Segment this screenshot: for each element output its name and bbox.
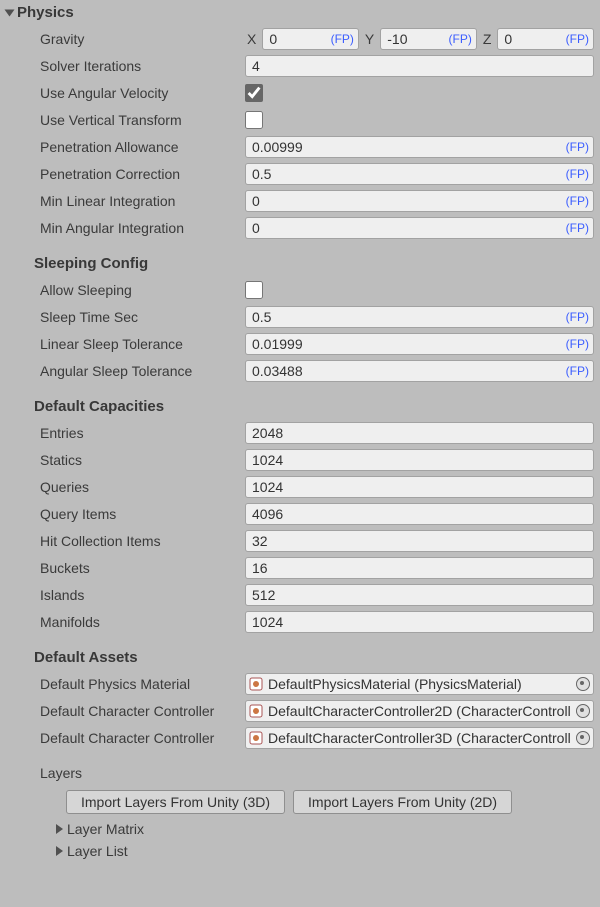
foldout-icon xyxy=(5,9,15,16)
sleep-time-sec-input[interactable] xyxy=(245,306,594,328)
label-statics: Statics xyxy=(40,452,245,468)
row-penetration-allowance: Penetration Allowance (FP) xyxy=(6,133,594,160)
label-default-char-controller-2d: Default Character Controller xyxy=(40,703,245,719)
label-penetration-allowance: Penetration Allowance xyxy=(40,139,245,155)
row-default-physics-material: Default Physics Material xyxy=(6,670,594,697)
entries-input[interactable] xyxy=(245,422,594,444)
label-z: Z xyxy=(481,31,494,47)
row-solver-iterations: Solver Iterations xyxy=(6,52,594,79)
gravity-z-input[interactable] xyxy=(497,28,594,50)
row-default-char-controller-3d: Default Character Controller xyxy=(6,724,594,751)
row-hit-collection-items: Hit Collection Items xyxy=(6,527,594,554)
query-items-input[interactable] xyxy=(245,503,594,525)
default-char-controller-2d-field[interactable] xyxy=(245,700,594,722)
row-entries: Entries xyxy=(6,419,594,446)
foldout-icon xyxy=(56,846,63,856)
label-use-vertical-transform: Use Vertical Transform xyxy=(40,112,245,128)
row-min-linear-integration: Min Linear Integration (FP) xyxy=(6,187,594,214)
row-islands: Islands xyxy=(6,581,594,608)
label-allow-sleeping: Allow Sleeping xyxy=(40,282,245,298)
label-islands: Islands xyxy=(40,587,245,603)
label-sleep-time-sec: Sleep Time Sec xyxy=(40,309,245,325)
row-layers-title: Layers xyxy=(6,759,594,786)
label-buckets: Buckets xyxy=(40,560,245,576)
label-entries: Entries xyxy=(40,425,245,441)
label-use-angular-velocity: Use Angular Velocity xyxy=(40,85,245,101)
angular-sleep-tolerance-input[interactable] xyxy=(245,360,594,382)
use-vertical-transform-checkbox[interactable] xyxy=(245,111,263,129)
layer-matrix-foldout[interactable]: Layer Matrix xyxy=(6,818,594,840)
row-default-char-controller-2d: Default Character Controller xyxy=(6,697,594,724)
row-use-vertical-transform: Use Vertical Transform xyxy=(6,106,594,133)
label-min-linear-integration: Min Linear Integration xyxy=(40,193,245,209)
row-min-angular-integration: Min Angular Integration (FP) xyxy=(6,214,594,241)
islands-input[interactable] xyxy=(245,584,594,606)
label-queries: Queries xyxy=(40,479,245,495)
layer-list-foldout[interactable]: Layer List xyxy=(6,840,594,862)
label-linear-sleep-tolerance: Linear Sleep Tolerance xyxy=(40,336,245,352)
label-query-items: Query Items xyxy=(40,506,245,522)
label-penetration-correction: Penetration Correction xyxy=(40,166,245,182)
penetration-allowance-input[interactable] xyxy=(245,136,594,158)
section-title-sleeping: Sleeping Config xyxy=(6,249,594,276)
label-solver-iterations: Solver Iterations xyxy=(40,58,245,74)
label-y: Y xyxy=(363,31,376,47)
row-allow-sleeping: Allow Sleeping xyxy=(6,276,594,303)
label-manifolds: Manifolds xyxy=(40,614,245,630)
allow-sleeping-checkbox[interactable] xyxy=(245,281,263,299)
section-title-capacities: Default Capacities xyxy=(6,392,594,419)
layer-matrix-label: Layer Matrix xyxy=(67,821,144,837)
row-query-items: Query Items xyxy=(6,500,594,527)
default-physics-material-field[interactable] xyxy=(245,673,594,695)
use-angular-velocity-checkbox[interactable] xyxy=(245,84,263,102)
row-angular-sleep-tolerance: Angular Sleep Tolerance (FP) xyxy=(6,357,594,384)
object-picker-icon[interactable] xyxy=(576,731,590,745)
min-linear-integration-input[interactable] xyxy=(245,190,594,212)
import-layers-3d-button[interactable]: Import Layers From Unity (3D) xyxy=(66,790,285,814)
label-gravity: Gravity xyxy=(40,31,245,47)
row-buckets: Buckets xyxy=(6,554,594,581)
import-layers-2d-button[interactable]: Import Layers From Unity (2D) xyxy=(293,790,512,814)
label-layers: Layers xyxy=(40,765,245,781)
hit-collection-items-input[interactable] xyxy=(245,530,594,552)
section-header-physics[interactable]: Physics xyxy=(6,4,594,25)
gravity-x-input[interactable] xyxy=(262,28,359,50)
asset-icon xyxy=(249,704,263,718)
manifolds-input[interactable] xyxy=(245,611,594,633)
row-penetration-correction: Penetration Correction (FP) xyxy=(6,160,594,187)
buckets-input[interactable] xyxy=(245,557,594,579)
linear-sleep-tolerance-input[interactable] xyxy=(245,333,594,355)
label-default-physics-material: Default Physics Material xyxy=(40,676,245,692)
row-sleep-time-sec: Sleep Time Sec (FP) xyxy=(6,303,594,330)
gravity-y-input[interactable] xyxy=(380,28,477,50)
label-min-angular-integration: Min Angular Integration xyxy=(40,220,245,236)
row-gravity: Gravity X (FP) Y (FP) Z (FP) xyxy=(6,25,594,52)
label-default-char-controller-3d: Default Character Controller xyxy=(40,730,245,746)
header-title: Physics xyxy=(17,4,74,21)
penetration-correction-input[interactable] xyxy=(245,163,594,185)
label-hit-collection-items: Hit Collection Items xyxy=(40,533,245,549)
row-statics: Statics xyxy=(6,446,594,473)
default-char-controller-3d-field[interactable] xyxy=(245,727,594,749)
asset-icon xyxy=(249,731,263,745)
row-queries: Queries xyxy=(6,473,594,500)
foldout-icon xyxy=(56,824,63,834)
row-manifolds: Manifolds xyxy=(6,608,594,635)
object-picker-icon[interactable] xyxy=(576,704,590,718)
min-angular-integration-input[interactable] xyxy=(245,217,594,239)
section-title-assets: Default Assets xyxy=(6,643,594,670)
layer-list-label: Layer List xyxy=(67,843,128,859)
label-x: X xyxy=(245,31,258,47)
asset-icon xyxy=(249,677,263,691)
queries-input[interactable] xyxy=(245,476,594,498)
row-use-angular-velocity: Use Angular Velocity xyxy=(6,79,594,106)
statics-input[interactable] xyxy=(245,449,594,471)
row-linear-sleep-tolerance: Linear Sleep Tolerance (FP) xyxy=(6,330,594,357)
solver-iterations-input[interactable] xyxy=(245,55,594,77)
label-angular-sleep-tolerance: Angular Sleep Tolerance xyxy=(40,363,245,379)
object-picker-icon[interactable] xyxy=(576,677,590,691)
